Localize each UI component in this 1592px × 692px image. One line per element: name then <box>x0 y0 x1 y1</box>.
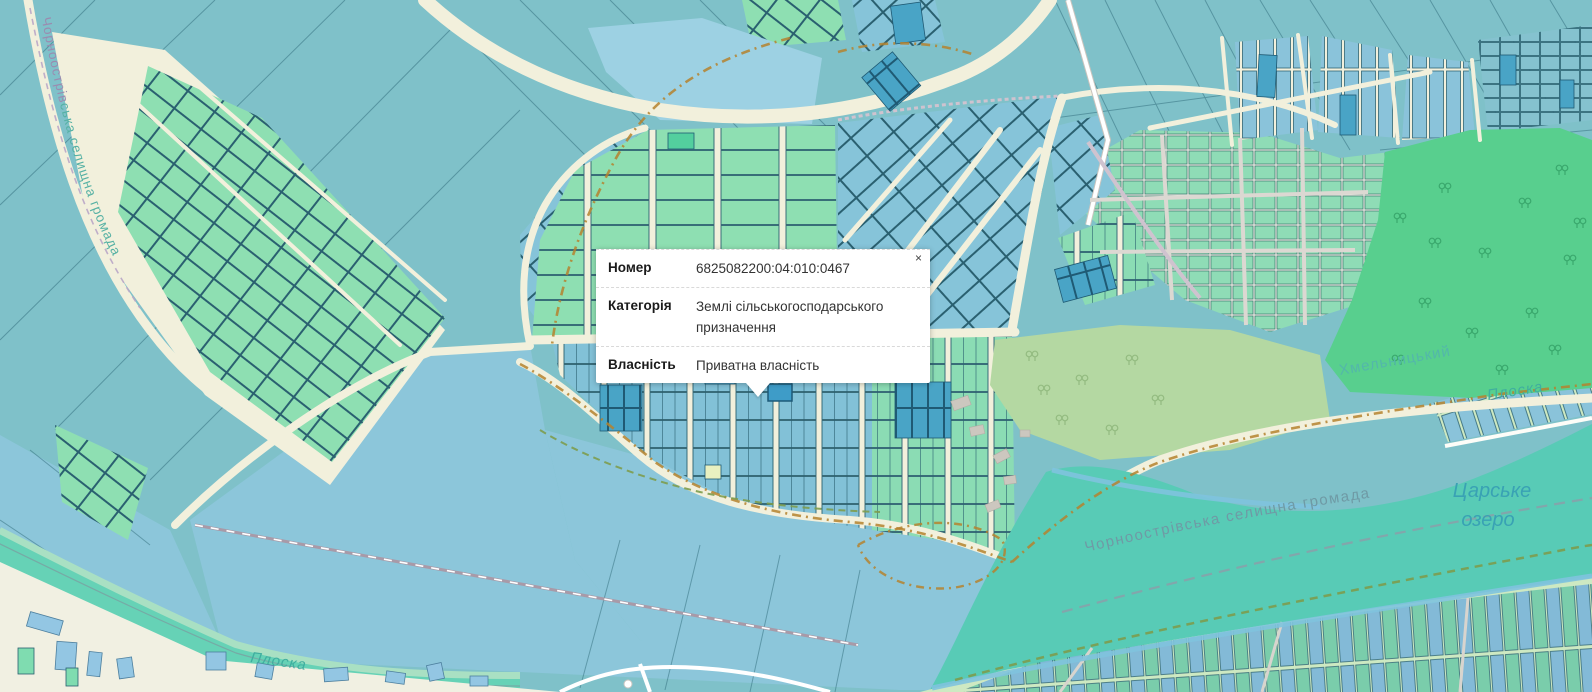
close-icon[interactable]: × <box>915 252 922 264</box>
popup-row-category: Категорія Землі сільськогосподарського п… <box>596 287 930 346</box>
popup-tail <box>746 383 770 397</box>
field-label-number: Номер <box>608 258 696 280</box>
popup-row-ownership: Власність Приватна власність <box>596 346 930 384</box>
field-value-ownership: Приватна власність <box>696 355 918 377</box>
dark-parcel-group-2 <box>895 382 951 438</box>
lake-name-line1: Царське <box>1453 480 1532 502</box>
field-label-ownership: Власність <box>608 355 696 377</box>
cadastral-map-app: Чорноострівська селищна громада Чорноост… <box>0 0 1592 692</box>
dark-parcel-4 <box>891 2 926 44</box>
selected-parcel[interactable] <box>768 384 792 401</box>
field-value-number: 6825082200:04:010:0467 <box>696 258 918 280</box>
lake-name-line2: озеро <box>1461 509 1514 531</box>
parcel-grid-topright <box>1478 25 1592 132</box>
field-label-category: Категорія <box>608 296 696 339</box>
parcel-info-popup: × Номер 6825082200:04:010:0467 Категорія… <box>596 249 930 383</box>
field-value-category: Землі сільськогосподарського призначення <box>696 296 918 339</box>
popup-row-number: Номер 6825082200:04:010:0467 <box>596 249 930 287</box>
parcel-strip-3 <box>1402 55 1475 140</box>
poi-dot <box>624 680 632 688</box>
